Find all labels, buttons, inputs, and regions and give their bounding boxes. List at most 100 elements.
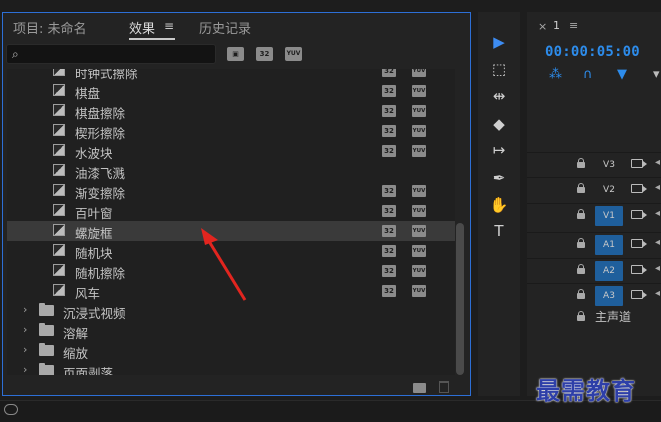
lock-icon[interactable] xyxy=(577,289,585,299)
effect-icon xyxy=(53,164,65,176)
more-icon[interactable]: ◂ xyxy=(655,288,660,299)
track-output-icon[interactable] xyxy=(631,184,647,193)
32bit-badge: 32 xyxy=(382,285,396,297)
effect-icon xyxy=(53,104,65,116)
effect-icon xyxy=(53,204,65,216)
chevron-right-icon[interactable]: › xyxy=(23,323,27,336)
more-icon[interactable]: ◂ xyxy=(655,182,660,193)
track-target-button[interactable]: A1 xyxy=(595,235,623,255)
creative-cloud-icon[interactable] xyxy=(4,404,18,415)
lock-icon[interactable] xyxy=(577,238,585,248)
effect-icon xyxy=(53,144,65,156)
folder-row[interactable]: › 沉浸式视频 xyxy=(7,301,455,321)
annotation-arrow xyxy=(201,228,247,301)
effect-label: 随机块 xyxy=(75,246,113,261)
trash-icon[interactable] xyxy=(439,381,449,393)
effect-icon xyxy=(53,184,65,196)
effect-row[interactable]: 渐变擦除 32 YUV xyxy=(7,181,455,201)
tab-effects[interactable]: 效果 xyxy=(129,18,155,37)
lock-icon[interactable] xyxy=(577,209,585,219)
32bit-badge: 32 xyxy=(382,205,396,217)
track-output-icon[interactable] xyxy=(631,159,647,168)
effect-label: 螺旋框 xyxy=(75,226,113,241)
slip-tool[interactable]: ↦ xyxy=(487,138,511,162)
track-row: A3 ◂ xyxy=(527,283,661,307)
track-row: V3 ◂ xyxy=(527,152,661,176)
tools-panel: ▶ ⬚ ⇹ ◆ ↦ ✒ ✋ T xyxy=(478,12,520,396)
effect-label: 油漆飞溅 xyxy=(75,166,126,181)
link-icon[interactable]: ∩ xyxy=(583,67,593,82)
effect-row[interactable]: 楔形擦除 32 YUV xyxy=(7,121,455,141)
yuv-icon[interactable]: YUV xyxy=(285,47,302,61)
track-select-tool[interactable]: ⬚ xyxy=(487,57,511,81)
folder-row[interactable]: › 缩放 xyxy=(7,341,455,361)
folder-row[interactable]: › 溶解 xyxy=(7,321,455,341)
lock-icon[interactable] xyxy=(577,183,585,193)
search-icon: ⌕ xyxy=(12,47,19,61)
panel-tabs: 项目: 未命名 效果 ≡ 历史记录 xyxy=(3,13,470,41)
chevron-right-icon[interactable]: › xyxy=(23,363,27,375)
new-folder-icon[interactable] xyxy=(413,383,426,393)
effect-row[interactable]: 棋盘 32 YUV xyxy=(7,81,455,101)
hand-tool[interactable]: ✋ xyxy=(487,193,511,217)
yuv-badge: YUV xyxy=(412,125,426,137)
effect-row[interactable]: 时钟式擦除 32 YUV xyxy=(7,69,455,81)
more-icon[interactable]: ◂ xyxy=(655,237,660,248)
premiere-window: 项目: 未命名 效果 ≡ 历史记录 ⌕ ▣ 32 YUV 时钟式擦除 32 YUV 棋… xyxy=(0,0,661,422)
folder-label: 沉浸式视频 xyxy=(63,306,126,321)
close-icon[interactable]: × xyxy=(538,20,547,33)
scroll-thumb[interactable] xyxy=(456,223,464,375)
tab-project[interactable]: 项目: 未命名 xyxy=(13,18,87,37)
track-output-icon[interactable] xyxy=(631,290,647,299)
lock-icon[interactable] xyxy=(577,158,585,168)
timecode-display[interactable]: 00:00:05:00 xyxy=(545,44,640,60)
folder-icon xyxy=(39,303,54,316)
lock-icon[interactable] xyxy=(577,311,585,321)
pen-tool[interactable]: ✒ xyxy=(487,166,511,190)
folder-label: 缩放 xyxy=(63,346,89,361)
effect-row[interactable]: 棋盘擦除 32 YUV xyxy=(7,101,455,121)
snap-icon[interactable]: ⁂ xyxy=(549,67,562,82)
track-target-button[interactable]: V1 xyxy=(595,206,623,226)
selection-tool[interactable]: ▶ xyxy=(487,30,511,54)
effects-list: 时钟式擦除 32 YUV 棋盘 32 YUV 棋盘擦除 32 YUV 楔形擦除 32 YUV 水波块 32… xyxy=(7,69,455,375)
panel-menu-icon[interactable]: ≡ xyxy=(569,19,578,32)
more-icon[interactable]: ◂ xyxy=(655,157,660,168)
more-icon[interactable]: ◂ xyxy=(655,208,660,219)
folder-row[interactable]: › 页面剥落 xyxy=(7,361,455,375)
marker-icon[interactable]: ▼ xyxy=(617,67,627,82)
folder-icon xyxy=(39,343,54,356)
effect-row[interactable]: 水波块 32 YUV xyxy=(7,141,455,161)
yuv-badge: YUV xyxy=(412,69,426,77)
effect-icon xyxy=(53,69,65,76)
chevron-right-icon[interactable]: › xyxy=(23,303,27,316)
track-row: A1 ◂ xyxy=(527,232,661,256)
tab-history[interactable]: 历史记录 xyxy=(199,18,251,37)
lock-icon[interactable] xyxy=(577,264,585,274)
32bit-icon[interactable]: 32 xyxy=(256,47,273,61)
scrollbar[interactable] xyxy=(455,69,465,375)
track-target-button[interactable]: V2 xyxy=(595,180,623,200)
32bit-badge: 32 xyxy=(382,145,396,157)
ripple-edit-tool[interactable]: ⇹ xyxy=(487,84,511,108)
track-target-button[interactable]: A2 xyxy=(595,261,623,281)
type-tool[interactable]: T xyxy=(487,219,511,243)
track-output-icon[interactable] xyxy=(631,239,647,248)
track-output-icon[interactable] xyxy=(631,210,647,219)
timeline-panel: × 1 ≡ 00:00:05:00 ⁂ ∩ ▼ ▾ V3 ◂ V2 ◂ V1 ◂ A1 ◂ A2… xyxy=(527,12,661,396)
effects-panel: 项目: 未命名 效果 ≡ 历史记录 ⌕ ▣ 32 YUV 时钟式擦除 32 YUV 棋… xyxy=(2,12,471,396)
accelerated-effects-icon[interactable]: ▣ xyxy=(227,47,244,61)
search-input[interactable]: ⌕ xyxy=(6,44,216,64)
track-target-button[interactable]: V3 xyxy=(595,155,623,175)
more-icon[interactable]: ◂ xyxy=(655,263,660,274)
effect-row[interactable]: 油漆飞溅 xyxy=(7,161,455,181)
effect-row[interactable]: 百叶窗 32 YUV xyxy=(7,201,455,221)
razor-tool[interactable]: ◆ xyxy=(487,112,511,136)
track-output-icon[interactable] xyxy=(631,265,647,274)
track-target-button[interactable]: A3 xyxy=(595,286,623,306)
32bit-badge: 32 xyxy=(382,265,396,277)
hamburger-icon[interactable]: ≡ xyxy=(164,19,174,33)
sequence-tab[interactable]: 1 xyxy=(553,19,560,32)
wrench-icon[interactable]: ▾ xyxy=(653,67,660,82)
chevron-right-icon[interactable]: › xyxy=(23,343,27,356)
